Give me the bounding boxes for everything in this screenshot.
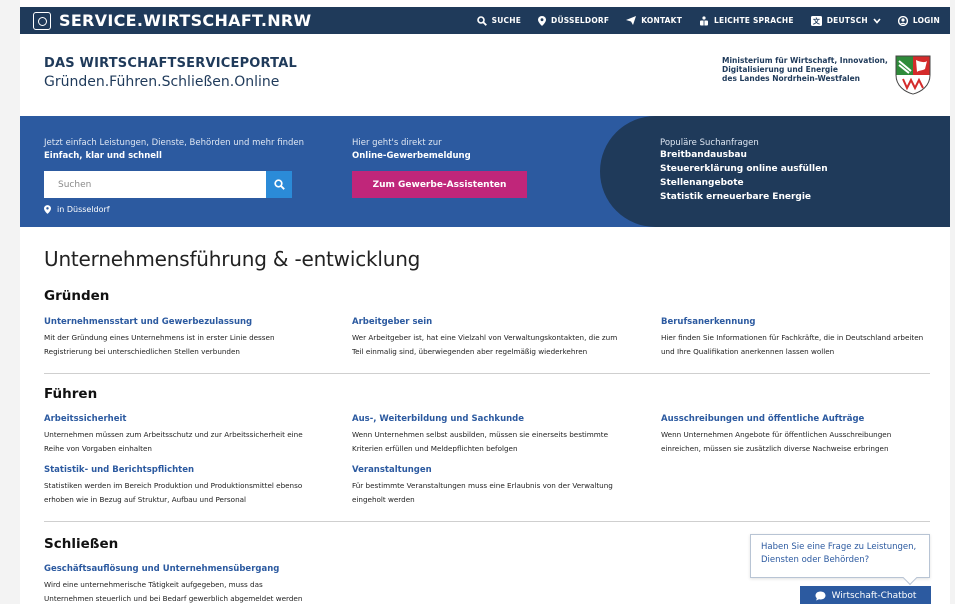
nav-login-label: LOGIN bbox=[912, 16, 940, 25]
topic-link[interactable]: Veranstaltungen bbox=[352, 465, 622, 475]
topic-description: Für bestimmte Veranstaltungen muss eine … bbox=[352, 481, 613, 504]
nav-language-select[interactable]: 文 DEUTSCH bbox=[810, 15, 881, 26]
search-tagline: Einfach, klar und schnell bbox=[44, 151, 162, 161]
section-divider bbox=[44, 521, 930, 522]
search-button[interactable] bbox=[266, 171, 292, 198]
nav-contact-label: KONTAKT bbox=[641, 16, 683, 25]
easy-language-icon bbox=[700, 15, 709, 25]
section-title-fuehren: Führen bbox=[44, 386, 98, 402]
search-box bbox=[44, 171, 292, 198]
topic-card: Statistik- und Berichtspflichten Statist… bbox=[44, 465, 314, 507]
nav-search-label: SUCHE bbox=[491, 16, 522, 25]
topic-description: Hier finden Sie Informationen für Fachkr… bbox=[661, 333, 924, 356]
portal-title: DAS WIRTSCHAFTSERVICEPORTAL bbox=[44, 56, 297, 71]
brand[interactable]: SERVICE.WIRTSCHAFT.NRW bbox=[33, 10, 311, 31]
gewerbe-assistant-button[interactable]: Zum Gewerbe-Assistenten bbox=[352, 171, 527, 198]
search-icon bbox=[476, 15, 487, 26]
nav-login[interactable]: LOGIN bbox=[897, 15, 940, 26]
nav-easy-language-label: LEICHTE SPRACHE bbox=[714, 16, 794, 25]
chatbot-button[interactable]: Wirtschaft-Chatbot bbox=[800, 586, 931, 604]
nrw-coat-of-arms-icon[interactable] bbox=[895, 55, 931, 95]
topic-card: Geschäftsauflösung und Unternehmensüberg… bbox=[44, 564, 314, 604]
topic-description: Wenn Unternehmen Angebote für öffentlich… bbox=[661, 430, 892, 453]
nav-location-label: DÜSSELDORF bbox=[551, 16, 610, 25]
send-icon bbox=[626, 16, 637, 25]
gewerbe-tagline: Online-Gewerbemeldung bbox=[352, 151, 471, 161]
topic-link[interactable]: Statistik- und Berichtspflichten bbox=[44, 465, 314, 475]
popular-search-link[interactable]: Breitbandausbau bbox=[660, 148, 828, 162]
nav-search[interactable]: SUCHE bbox=[476, 15, 522, 26]
popular-search-link[interactable]: Statistik erneuerbare Energie bbox=[660, 190, 828, 204]
location-label: in Düsseldorf bbox=[57, 205, 110, 214]
topic-link[interactable]: Arbeitgeber sein bbox=[352, 317, 622, 327]
user-icon bbox=[897, 15, 908, 26]
main-content: Unternehmensführung & -entwicklung Gründ… bbox=[44, 247, 930, 603]
topic-description: Wird eine unternehmerische Tätigkeit auf… bbox=[44, 580, 303, 603]
chatbot-button-label: Wirtschaft-Chatbot bbox=[831, 591, 917, 601]
nav-easy-language[interactable]: LEICHTE SPRACHE bbox=[699, 15, 794, 26]
topic-description: Wenn Unternehmen selbst ausbilden, müsse… bbox=[352, 430, 609, 453]
language-icon: 文 bbox=[810, 15, 822, 26]
chat-bubble-icon bbox=[815, 591, 826, 601]
topic-description: Statistiken werden im Bereich Produktion… bbox=[44, 481, 303, 504]
popular-search-link[interactable]: Stellenangebote bbox=[660, 176, 828, 190]
topic-card: Unternehmensstart und Gewerbezulassung M… bbox=[44, 317, 314, 359]
page-title: Unternehmensführung & -entwicklung bbox=[44, 247, 421, 271]
page: SERVICE.WIRTSCHAFT.NRW SUCHE DÜSSELDORF … bbox=[0, 0, 955, 604]
ministry-line: des Landes Nordrhein-Westfalen bbox=[722, 74, 861, 83]
nav-language-label: DEUTSCH bbox=[826, 16, 868, 25]
topic-card: Aus-, Weiterbildung und Sachkunde Wenn U… bbox=[352, 414, 622, 456]
topic-card: Arbeitssicherheit Unternehmen müssen zum… bbox=[44, 414, 314, 456]
topic-card: Arbeitgeber sein Wer Arbeitgeber ist, ha… bbox=[352, 317, 622, 359]
portal-logo-icon bbox=[33, 11, 51, 30]
nav-contact[interactable]: KONTAKT bbox=[626, 16, 682, 25]
location-selector[interactable]: in Düsseldorf bbox=[44, 205, 110, 214]
search-intro: Jetzt einfach Leistungen, Dienste, Behör… bbox=[44, 138, 304, 148]
hero-banner: Jetzt einfach Leistungen, Dienste, Behör… bbox=[20, 116, 950, 227]
ministry-line: Ministerium für Wirtschaft, Innovation, bbox=[722, 56, 888, 65]
popular-searches: Populäre Suchanfragen Breitbandausbau St… bbox=[660, 138, 828, 204]
top-nav-links: SUCHE DÜSSELDORF KONTAKT LEICHTE SPRACHE… bbox=[460, 7, 940, 34]
topic-link[interactable]: Unternehmensstart und Gewerbezulassung bbox=[44, 317, 314, 327]
location-pin-icon bbox=[538, 15, 547, 26]
topic-card: Berufsanerkennung Hier finden Sie Inform… bbox=[661, 317, 931, 359]
search-input[interactable] bbox=[44, 171, 266, 198]
page-container: SERVICE.WIRTSCHAFT.NRW SUCHE DÜSSELDORF … bbox=[20, 0, 950, 604]
topic-card: Veranstaltungen Für bestimmte Veranstalt… bbox=[352, 465, 622, 507]
topic-link[interactable]: Berufsanerkennung bbox=[661, 317, 931, 327]
ministry-name[interactable]: Ministerium für Wirtschaft, Innovation, … bbox=[722, 56, 888, 83]
chatbot-prompt-bubble[interactable]: Haben Sie eine Frage zu Leistungen, Dien… bbox=[750, 534, 930, 578]
section-title-schliessen: Schließen bbox=[44, 536, 119, 552]
ministry-line: Digitalisierung und Energie bbox=[722, 65, 838, 74]
popular-search-link[interactable]: Steuererklärung online ausfüllen bbox=[660, 162, 828, 176]
portal-subtitle: Gründen.Führen.Schließen.Online bbox=[44, 74, 280, 90]
section-title-gruenden: Gründen bbox=[44, 288, 110, 304]
topic-description: Wer Arbeitgeber ist, hat eine Vielzahl v… bbox=[352, 333, 618, 356]
brand-name: SERVICE.WIRTSCHAFT.NRW bbox=[59, 11, 312, 30]
topic-link[interactable]: Ausschreibungen und öffentliche Aufträge bbox=[661, 414, 931, 424]
search-icon bbox=[273, 179, 285, 190]
topic-link[interactable]: Arbeitssicherheit bbox=[44, 414, 314, 424]
topic-description: Unternehmen müssen zum Arbeitsschutz und… bbox=[44, 430, 303, 453]
nav-location[interactable]: DÜSSELDORF bbox=[538, 15, 610, 26]
topic-link[interactable]: Aus-, Weiterbildung und Sachkunde bbox=[352, 414, 622, 424]
topic-description: Mit der Gründung eines Unternehmens ist … bbox=[44, 333, 275, 356]
top-navigation-bar: SERVICE.WIRTSCHAFT.NRW SUCHE DÜSSELDORF … bbox=[20, 7, 950, 34]
svg-text:文: 文 bbox=[813, 16, 821, 25]
chevron-down-icon bbox=[873, 17, 881, 24]
gewerbe-intro: Hier geht's direkt zur bbox=[352, 138, 442, 148]
topic-card: Ausschreibungen und öffentliche Aufträge… bbox=[661, 414, 931, 456]
location-pin-icon bbox=[44, 205, 51, 214]
topic-link[interactable]: Geschäftsauflösung und Unternehmensüberg… bbox=[44, 564, 314, 574]
section-divider bbox=[44, 373, 930, 374]
popular-searches-label: Populäre Suchanfragen bbox=[660, 138, 759, 148]
site-header: DAS WIRTSCHAFTSERVICEPORTAL Gründen.Führ… bbox=[20, 34, 950, 116]
